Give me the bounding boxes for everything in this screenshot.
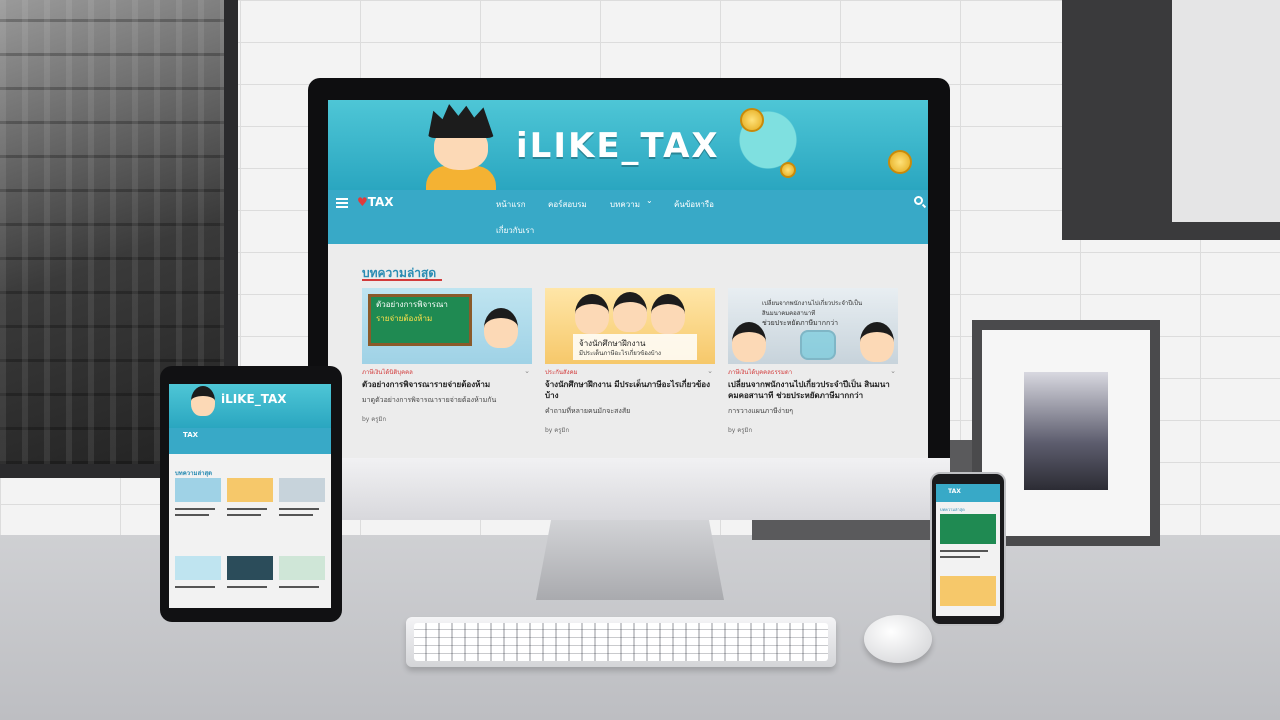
article-excerpt: คำถามที่หลายคนมักจะสงสัย <box>545 407 631 415</box>
mascot-illustration <box>191 386 215 416</box>
article-thumbnail[interactable] <box>175 478 221 502</box>
site-banner: iLIKE_TAX <box>328 100 928 190</box>
article-excerpt: การวางแผนภาษีง่ายๆ <box>728 407 793 415</box>
chevron-down-icon[interactable]: ⌄ <box>524 367 530 375</box>
article-thumbnail[interactable] <box>279 478 325 502</box>
nav-item-home[interactable]: หน้าแรก <box>496 198 526 211</box>
article-author: by ครูมิก <box>545 427 570 434</box>
nav-item-courses[interactable]: คอร์สอบรม <box>548 198 587 211</box>
article-thumbnail[interactable] <box>940 514 996 544</box>
tablet-logo[interactable]: TAX <box>183 431 198 439</box>
nav-item-about[interactable]: เกี่ยวกับเรา <box>496 224 534 237</box>
phone-section-title: บทความล่าสุด <box>940 507 965 512</box>
thumbnail-caption: สินมนาคมคอสานาที <box>762 310 816 317</box>
framed-picture-top-right <box>1062 0 1280 240</box>
student-illustration <box>575 294 609 334</box>
tablet-device: iLIKE_TAX TAX บทความล่าสุด <box>160 366 342 622</box>
mascot-illustration <box>860 322 894 362</box>
monitor-chin <box>308 458 950 520</box>
article-category[interactable]: ประกันสังคม <box>545 369 578 376</box>
mouse <box>864 615 932 663</box>
site-logo[interactable]: ♥TAX <box>354 195 397 211</box>
article-thumbnail[interactable] <box>227 556 273 580</box>
phone-logo[interactable]: TAX <box>948 488 961 495</box>
tablet-banner-title: iLIKE_TAX <box>221 392 287 406</box>
coin-icon <box>740 108 764 132</box>
thumbnail-caption: เปลี่ยนจากพนักงานไปเกี่ยวประจำปีเป็น <box>762 300 863 307</box>
search-icon[interactable] <box>914 196 923 205</box>
article-author: by ครูมิก <box>728 427 753 434</box>
thumbnail-caption: รายจ่ายต้องห้าม <box>376 314 433 323</box>
banner-title: iLIKE_TAX <box>516 126 720 166</box>
nav-item-search-rulings[interactable]: ค้นข้อหารือ <box>674 198 714 211</box>
article-card[interactable]: เปลี่ยนจากพนักงานไปเกี่ยวประจำปีเป็น สิน… <box>728 288 898 435</box>
tablet-website-screen: iLIKE_TAX TAX บทความล่าสุด <box>169 384 331 608</box>
thumbnail-caption: ตัวอย่างการพิจารณา <box>376 300 448 309</box>
keyboard-keys <box>414 623 828 661</box>
coin-jar-illustration <box>800 330 836 360</box>
article-thumbnail[interactable] <box>940 576 996 606</box>
tablet-banner: iLIKE_TAX <box>169 384 331 428</box>
article-thumbnail[interactable] <box>175 556 221 580</box>
article-author: by ครูมิก <box>362 416 387 423</box>
article-thumbnail[interactable] <box>227 478 273 502</box>
article-title[interactable]: เปลี่ยนจากพนักงานไปเกี่ยวประจำปีเป็น สิน… <box>728 379 898 401</box>
tablet-navbar: TAX <box>169 428 331 454</box>
student-illustration <box>651 294 685 334</box>
hamburger-menu-icon[interactable] <box>336 198 348 208</box>
article-title[interactable]: ตัวอย่างการพิจารณารายจ่ายต้องห้าม <box>362 379 532 390</box>
chevron-down-icon[interactable]: ⌄ <box>707 367 713 375</box>
coin-icon <box>888 150 912 174</box>
thumbnail-caption: ช่วยประหยัดภาษีมากกว่า <box>762 319 839 327</box>
article-thumbnail[interactable]: ตัวอย่างการพิจารณา รายจ่ายต้องห้าม <box>362 288 532 364</box>
coin-icon <box>780 162 796 178</box>
chevron-down-icon[interactable]: ⌄ <box>646 196 653 205</box>
keyboard <box>406 617 836 667</box>
student-illustration <box>613 292 647 332</box>
article-thumbnail[interactable]: จ้างนักศึกษาฝึกงาน มีประเด็นภาษีอะไรเกี่… <box>545 288 715 364</box>
article-excerpt: มาดูตัวอย่างการพิจารณารายจ่ายต้องห้ามกัน <box>362 396 497 404</box>
cathedral-photo <box>1024 372 1108 490</box>
phone-website-screen: TAX บทความล่าสุด <box>936 484 1000 616</box>
nav-item-articles[interactable]: บทความ <box>610 198 640 211</box>
desktop-monitor: iLIKE_TAX ♥TAX หน้าแรก คอร์สอบรม บทความ … <box>308 78 950 520</box>
mascot-illustration <box>422 104 502 190</box>
site-navbar: ♥TAX หน้าแรก คอร์สอบรม บทความ ⌄ ค้นข้อหา… <box>328 190 928 244</box>
mascot-illustration <box>484 308 518 348</box>
article-category[interactable]: ภาษีเงินได้บุคคลธรรมดา <box>728 369 792 376</box>
tablet-section-title: บทความล่าสุด <box>175 470 213 477</box>
phone-navbar: TAX <box>936 484 1000 502</box>
phone-device: TAX บทความล่าสุด <box>930 472 1006 626</box>
chevron-down-icon[interactable]: ⌄ <box>890 367 896 375</box>
article-title[interactable]: จ้างนักศึกษาฝึกงาน มีประเด็นภาษีอะไรเกี่… <box>545 379 715 401</box>
article-thumbnail[interactable]: เปลี่ยนจากพนักงานไปเกี่ยวประจำปีเป็น สิน… <box>728 288 898 364</box>
article-category[interactable]: ภาษีเงินได้นิติบุคคล <box>362 369 413 376</box>
section-underline <box>362 279 442 281</box>
mascot-illustration <box>732 322 766 362</box>
article-thumbnail[interactable] <box>279 556 325 580</box>
article-card[interactable]: ตัวอย่างการพิจารณา รายจ่ายต้องห้าม ภาษีเ… <box>362 288 532 424</box>
article-card[interactable]: จ้างนักศึกษาฝึกงาน มีประเด็นภาษีอะไรเกี่… <box>545 288 715 435</box>
thumbnail-caption: มีประเด็นภาษีอะไรเกี่ยวข้องบ้าง <box>579 350 661 357</box>
desktop-website-screen: iLIKE_TAX ♥TAX หน้าแรก คอร์สอบรม บทความ … <box>328 100 928 458</box>
heart-icon: ♥ <box>357 195 368 209</box>
monitor-stand <box>536 520 724 600</box>
